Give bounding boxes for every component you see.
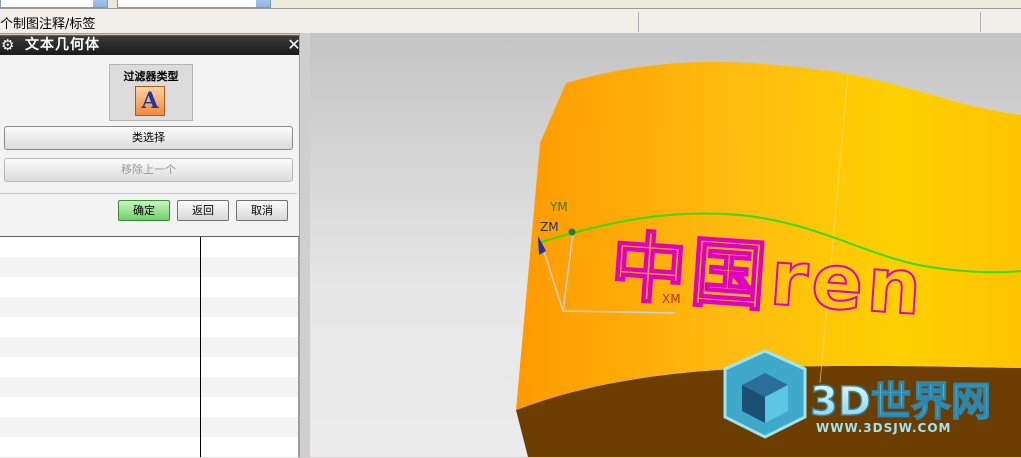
filter-type-group: 过滤器类型 A <box>109 64 193 121</box>
top-toolbar <box>0 0 1021 9</box>
chevron-down-icon[interactable] <box>93 0 107 7</box>
filter-type-label: 过滤器类型 <box>123 70 179 83</box>
zm-axis-label: ZM <box>540 220 559 234</box>
cancel-button[interactable]: 取消 <box>236 200 288 221</box>
watermark-title: 3D世界网 <box>810 379 991 425</box>
status-bar: 个制图注释/标签 <box>0 9 1021 34</box>
dialog-divider <box>0 193 297 194</box>
list-row[interactable] <box>0 377 298 398</box>
dialog-title: 文本几何体 <box>25 37 100 53</box>
list-row[interactable] <box>0 297 298 318</box>
ym-axis-label: YM <box>549 200 568 214</box>
list-row[interactable] <box>0 257 298 278</box>
dialog-title-bar[interactable]: ⚙ 文本几何体 ✕ <box>0 36 305 55</box>
chevron-down-icon[interactable] <box>256 0 270 7</box>
list-row[interactable] <box>0 237 298 258</box>
toolbar-combo-1[interactable] <box>0 0 108 8</box>
status-separator <box>980 12 981 32</box>
text-geometry-dialog: ⚙ 文本几何体 ✕ 过滤器类型 A 类选择 移除上一个 确定 返回 取消 <box>0 35 306 237</box>
text-filter-icon[interactable]: A <box>135 86 165 116</box>
watermark-logo <box>723 349 807 439</box>
gear-icon[interactable]: ⚙ <box>1 36 14 55</box>
list-row[interactable] <box>0 397 298 418</box>
ok-button[interactable]: 确定 <box>118 200 170 221</box>
class-select-button[interactable]: 类选择 <box>4 126 293 150</box>
list-panel[interactable] <box>0 237 299 458</box>
list-row[interactable] <box>0 437 298 458</box>
watermark-url: WWW.3DSJW.COM <box>816 421 951 435</box>
list-row[interactable] <box>0 417 298 438</box>
status-message: 个制图注释/标签 <box>0 17 96 32</box>
toolbar-combo-2[interactable] <box>117 0 271 8</box>
status-separator <box>638 12 639 32</box>
list-column-divider[interactable] <box>200 237 201 457</box>
list-row[interactable] <box>0 277 298 298</box>
wcs-origin-marker <box>568 228 576 236</box>
list-row[interactable] <box>0 357 298 378</box>
list-row[interactable] <box>0 317 298 338</box>
list-row[interactable] <box>0 337 298 358</box>
back-button[interactable]: 返回 <box>177 200 229 221</box>
remove-previous-button[interactable]: 移除上一个 <box>4 158 293 182</box>
graphics-viewport[interactable]: YM ZM XM 中国ren 3D世界网 WWW.3DSJW.COM <box>310 33 1021 457</box>
